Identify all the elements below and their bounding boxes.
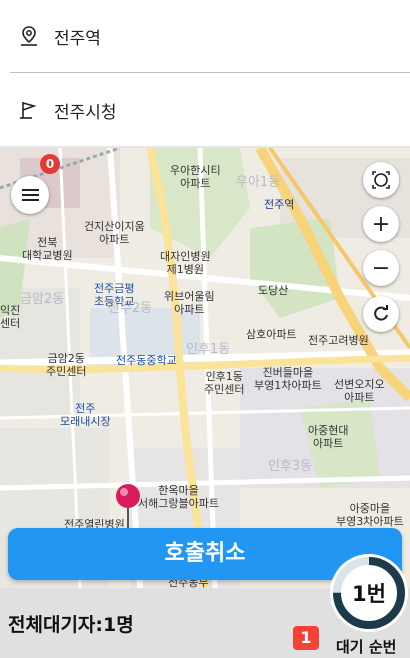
map-label: 금암2동 <box>20 292 65 307</box>
total-waiting-text: 전체대기자:1명 <box>8 614 134 636</box>
map-label: 전주동중학교 <box>116 354 177 367</box>
map-label: 아중현대 아파트 <box>308 424 349 450</box>
map-label: 아중마을 부영3차아파트 <box>336 502 404 528</box>
map-label: 한옥마을 서해그랑블아파트 <box>138 484 219 510</box>
map-label: 우아한시티 아파트 <box>170 164 221 190</box>
refresh-button[interactable] <box>363 296 399 332</box>
map-label: 인후1동 주민센터 <box>204 370 245 396</box>
menu-button[interactable] <box>11 176 49 214</box>
map-label: 인후3동 <box>268 459 313 474</box>
refresh-icon <box>374 305 388 321</box>
queue-dial: 1번 <box>330 554 408 632</box>
location-pin-icon <box>21 26 37 46</box>
my-location-icon <box>372 171 390 189</box>
map-label: 금암2동 주민센터 <box>46 352 87 378</box>
map-label: 도당산 <box>258 284 289 297</box>
route-divider <box>10 72 410 73</box>
map-label: 선변오지오 아파트 <box>334 378 385 404</box>
my-location-button[interactable] <box>363 162 399 198</box>
map-label: 우아1동 <box>236 175 281 190</box>
flag-icon <box>20 102 37 119</box>
route-panel: 전주역 전주시청 <box>0 0 410 148</box>
map-label: 위브어울림 아파트 <box>164 290 215 316</box>
destination-text: 전주시청 <box>54 102 117 123</box>
map-label: 전북 대학교병원 <box>22 236 73 262</box>
zoom-in-button[interactable]: + <box>363 206 399 242</box>
zoom-in-icon: + <box>371 211 391 237</box>
menu-icon <box>22 189 39 191</box>
map-label: 진버들마을 부영1차아파트 <box>254 366 322 392</box>
zoom-out-icon: − <box>371 255 391 281</box>
menu-icon <box>22 199 39 201</box>
map-label: 건지산이지움 아파트 <box>84 220 145 246</box>
map-label: 삼호아파트 <box>246 328 297 341</box>
zoom-out-button[interactable]: − <box>363 250 399 286</box>
map-label: 익진 센터 <box>0 304 21 330</box>
map-label: 대자인병원 제1병원 <box>160 250 211 276</box>
destination-row[interactable]: 전주시청 <box>0 74 410 146</box>
map-label: 전주고려병원 <box>308 334 369 347</box>
queue-rank-badge: 1 <box>293 626 319 650</box>
map-view[interactable]: 금암2동 인후1동 인후3동 우아1동 전주2동 우아한시티 아파트 전주역 전북… <box>0 148 410 588</box>
menu-badge: 0 <box>40 154 60 174</box>
map-label: 전주금평 초등학교 <box>94 282 135 308</box>
menu-icon <box>22 194 39 196</box>
queue-rank-label: 대기 순번 <box>336 638 397 656</box>
origin-row[interactable]: 전주역 <box>0 0 410 72</box>
map-label: 인후1동 <box>186 342 231 357</box>
queue-dial-number: 1번 <box>352 582 386 606</box>
map-label: 전주역 <box>264 198 295 211</box>
map-label: 전주 모래내시장 <box>60 402 111 428</box>
origin-text: 전주역 <box>54 28 101 49</box>
